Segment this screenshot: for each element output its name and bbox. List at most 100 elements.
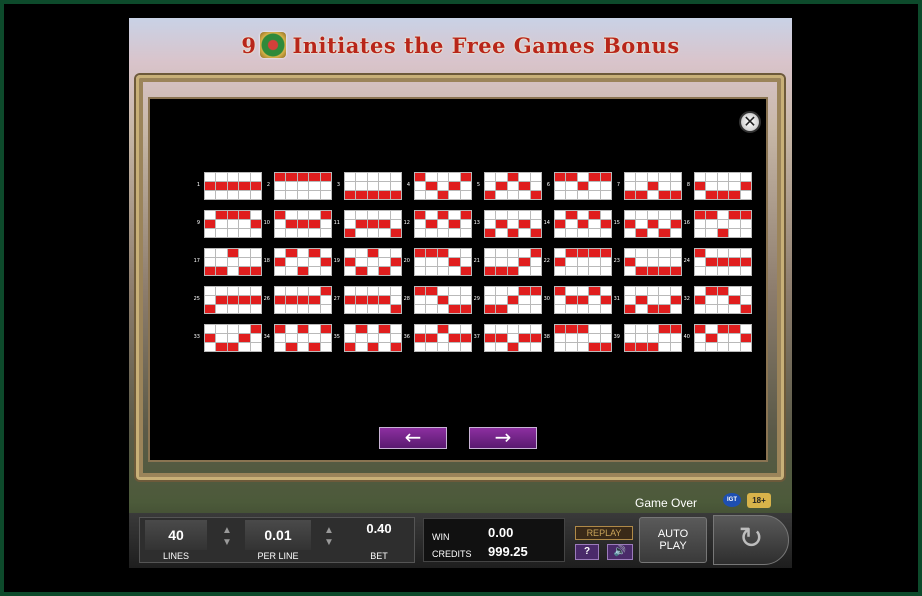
prev-page-button[interactable]: ←: [379, 427, 447, 449]
payline-cell-active: [415, 249, 426, 257]
payline-pattern: [694, 248, 752, 276]
payline-cell: [600, 287, 611, 295]
lines-up-icon[interactable]: ▲: [221, 525, 233, 537]
payline-cell: [309, 191, 320, 199]
lines-stepper[interactable]: ▲ ▼: [221, 525, 233, 551]
payline-cell-active: [729, 258, 740, 266]
payline-cell: [695, 220, 706, 228]
payline-cell-active: [437, 211, 449, 219]
spin-button[interactable]: ↻: [713, 515, 789, 565]
payline-cell: [320, 343, 331, 351]
payline-cell-active: [507, 343, 519, 351]
payline-cell: [600, 325, 611, 333]
payline-cell: [519, 325, 530, 333]
payline-pattern: [554, 172, 612, 200]
payline-cell-active: [659, 191, 670, 199]
payline-cell-active: [600, 173, 611, 181]
payline-number: 26: [263, 296, 270, 302]
payline-cell: [485, 296, 496, 304]
payline-cell: [636, 305, 647, 313]
payline-cell: [485, 211, 496, 219]
payline-cell-active: [309, 296, 320, 304]
payline-cell-active: [519, 334, 530, 342]
payline-cell-active: [286, 343, 297, 351]
per-line-stepper[interactable]: ▲ ▼: [323, 525, 335, 551]
payline-cell-active: [297, 267, 309, 275]
payline-pattern: [344, 172, 402, 200]
payline-cell: [636, 334, 647, 342]
bonus-gem-icon: [260, 32, 287, 58]
payline-cell-active: [647, 267, 659, 275]
help-button[interactable]: ?: [575, 544, 599, 560]
payline-cell-active: [507, 229, 519, 237]
payline-pattern: [554, 210, 612, 238]
payline-cell-active: [706, 191, 717, 199]
payline-cell: [636, 173, 647, 181]
payline-cell-active: [555, 258, 566, 266]
payline-cell-active: [449, 258, 460, 266]
payline-cell: [589, 191, 600, 199]
payline-cell-active: [530, 229, 541, 237]
payline-cell: [740, 249, 751, 257]
payline-cell: [729, 334, 740, 342]
payline-pattern: [624, 172, 682, 200]
payline-cell: [695, 258, 706, 266]
payline-cell: [379, 287, 390, 295]
payline-cell: [555, 191, 566, 199]
payline-cell-active: [460, 211, 471, 219]
payline-cell: [426, 296, 437, 304]
payline-cell: [530, 343, 541, 351]
payline-cell: [636, 249, 647, 257]
payline-cell: [625, 334, 636, 342]
payline-cell: [449, 287, 460, 295]
payline-cell: [250, 305, 261, 313]
sound-icon[interactable]: 🔊: [607, 544, 633, 560]
payline-cell: [625, 211, 636, 219]
payline-cell: [437, 334, 449, 342]
payline-cell: [379, 249, 390, 257]
next-page-button[interactable]: →: [469, 427, 537, 449]
payline-cell: [216, 220, 227, 228]
replay-button[interactable]: REPLAY: [575, 526, 633, 540]
payline-cell: [496, 173, 507, 181]
payline-cell-active: [496, 182, 507, 190]
payline-cell: [437, 229, 449, 237]
payline-cell: [286, 267, 297, 275]
payline-cell-active: [449, 305, 460, 313]
payline-cell-active: [286, 296, 297, 304]
autoplay-button[interactable]: AUTO PLAY: [639, 517, 707, 563]
per-line-up-icon[interactable]: ▲: [323, 525, 335, 537]
close-icon[interactable]: ✕: [739, 111, 761, 133]
payline-cell: [379, 182, 390, 190]
payline-cell: [379, 229, 390, 237]
payline-cell-active: [379, 191, 390, 199]
payline-cell: [216, 249, 227, 257]
payline-pattern: [344, 210, 402, 238]
payline-cell: [367, 182, 379, 190]
payline-cell: [205, 229, 216, 237]
payline-cell: [647, 229, 659, 237]
payline-cell: [415, 191, 426, 199]
payline-pattern: [274, 248, 332, 276]
payline-cell: [367, 325, 379, 333]
lines-down-icon[interactable]: ▼: [221, 537, 233, 549]
payline-cell: [519, 173, 530, 181]
slot-game: 9 Initiates the Free Games Bonus ✕ 123456…: [129, 18, 792, 568]
payline-cell: [449, 249, 460, 257]
payline-pattern: [344, 286, 402, 314]
payline-cell-active: [636, 267, 647, 275]
payline-cell: [239, 305, 250, 313]
payline-cell-active: [729, 325, 740, 333]
per-line-down-icon[interactable]: ▼: [323, 537, 335, 549]
payline-pattern: [204, 286, 262, 314]
payline-cell-active: [670, 325, 681, 333]
payline-cell: [379, 305, 390, 313]
payline-cell-active: [695, 249, 706, 257]
payline-cell: [600, 305, 611, 313]
payline-cell: [729, 267, 740, 275]
payline-cell-active: [449, 220, 460, 228]
payline-cell: [636, 211, 647, 219]
payline-cell: [740, 220, 751, 228]
payline-pattern: [414, 286, 472, 314]
payline-cell: [507, 211, 519, 219]
